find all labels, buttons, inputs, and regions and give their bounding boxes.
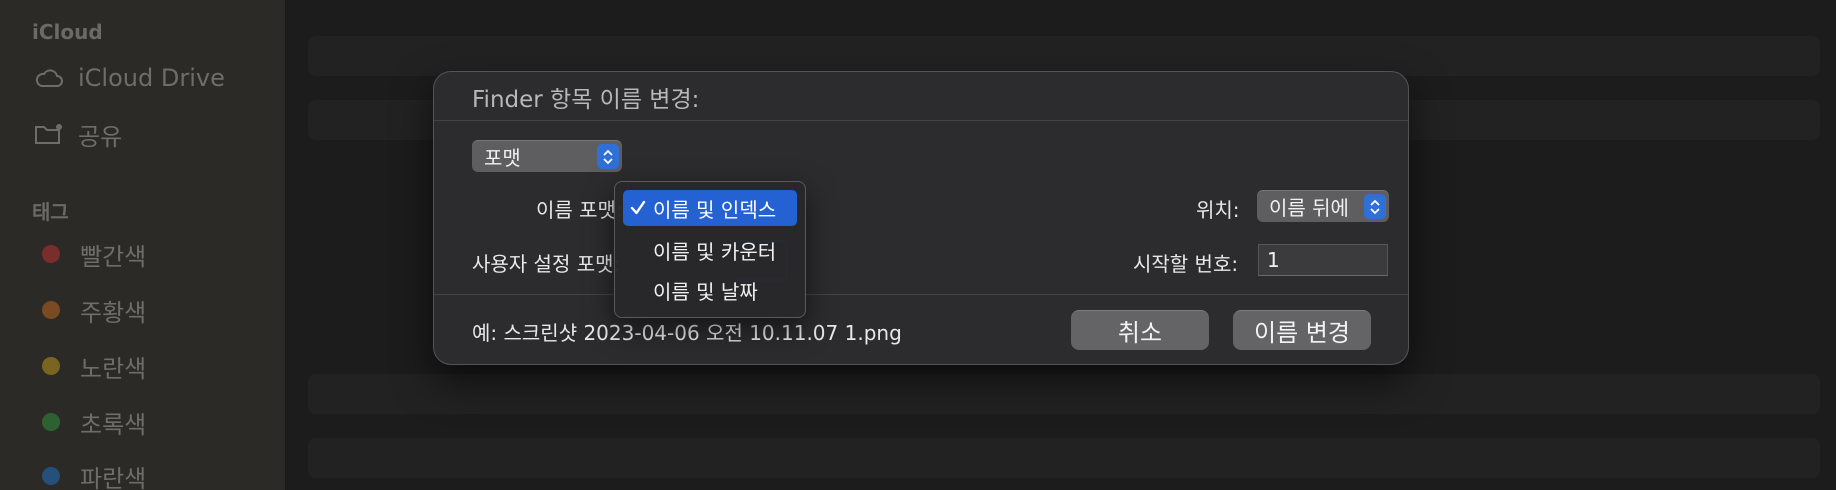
yellow-tag-icon	[42, 357, 60, 375]
menu-item-name-and-counter[interactable]: 이름 및 카운터	[623, 232, 797, 268]
rename-dialog: Finder 항목 이름 변경: 포맷 이름 포맷: 사용자 설정 포맷: 위치…	[433, 71, 1409, 365]
sidebar-item-label: 빨간색	[80, 242, 147, 271]
position-popup[interactable]: 이름 뒤에	[1257, 190, 1389, 222]
start-number-field[interactable]: 1	[1258, 244, 1388, 276]
custom-format-label: 사용자 설정 포맷:	[472, 252, 621, 276]
menu-item-name-and-date[interactable]: 이름 및 날짜	[623, 272, 797, 308]
position-label: 위치:	[1196, 198, 1240, 222]
start-number-label: 시작할 번호:	[1133, 252, 1239, 276]
file-row-placeholder	[308, 36, 1820, 76]
file-row-placeholder	[308, 438, 1820, 478]
sidebar-item-label: iCloud Drive	[78, 64, 225, 92]
menu-item-name-and-index[interactable]: 이름 및 인덱스	[623, 190, 797, 226]
sidebar: iCloud iCloud Drive 공유 태그 빨간색 주황색 노란색 초록…	[0, 0, 286, 490]
sidebar-item-label: 노란색	[80, 354, 147, 383]
menu-item-label: 이름 및 날짜	[653, 279, 758, 304]
dialog-title: Finder 항목 이름 변경:	[472, 87, 700, 113]
menu-item-label: 이름 및 카운터	[653, 239, 777, 264]
sidebar-item-shared[interactable]: 공유	[34, 118, 123, 151]
blue-tag-icon	[42, 467, 60, 485]
footer-divider	[434, 294, 1408, 295]
sidebar-tag-green[interactable]: 초록색	[34, 406, 147, 439]
sidebar-item-icloud-drive[interactable]: iCloud Drive	[34, 62, 225, 94]
sidebar-item-label: 초록색	[80, 410, 147, 439]
chevron-updown-icon	[1364, 194, 1386, 219]
popup-value: 포맷	[484, 146, 521, 170]
name-format-menu: 이름 및 인덱스 이름 및 카운터 이름 및 날짜	[614, 181, 806, 318]
orange-tag-icon	[42, 301, 60, 319]
cancel-button[interactable]: 취소	[1071, 310, 1209, 350]
example-text: 예: 스크린샷 2023-04-06 오전 10.11.07 1.png	[472, 321, 902, 345]
sidebar-item-label: 공유	[78, 122, 123, 151]
checkmark-icon	[629, 198, 647, 222]
menu-item-label: 이름 및 인덱스	[653, 197, 777, 222]
title-divider	[434, 120, 1408, 121]
green-tag-icon	[42, 413, 60, 431]
name-format-label: 이름 포맷:	[536, 198, 623, 222]
rename-button[interactable]: 이름 변경	[1233, 310, 1371, 350]
sidebar-tag-yellow[interactable]: 노란색	[34, 350, 147, 383]
rename-mode-popup[interactable]: 포맷	[472, 140, 622, 172]
popup-value: 이름 뒤에	[1269, 196, 1349, 220]
sidebar-item-label: 주황색	[80, 298, 147, 327]
sidebar-tag-blue[interactable]: 파란색	[34, 460, 146, 490]
sidebar-section-tags: 태그	[32, 200, 69, 224]
shared-folder-icon	[34, 122, 64, 146]
sidebar-tag-orange[interactable]: 주황색	[34, 294, 147, 327]
sidebar-tag-red[interactable]: 빨간색	[34, 238, 147, 271]
chevron-updown-icon	[597, 144, 619, 169]
cloud-icon	[34, 66, 64, 90]
file-row-placeholder	[308, 374, 1820, 414]
sidebar-item-label: 파란색	[80, 464, 147, 490]
sidebar-section-icloud: iCloud	[32, 20, 103, 44]
red-tag-icon	[42, 245, 60, 263]
